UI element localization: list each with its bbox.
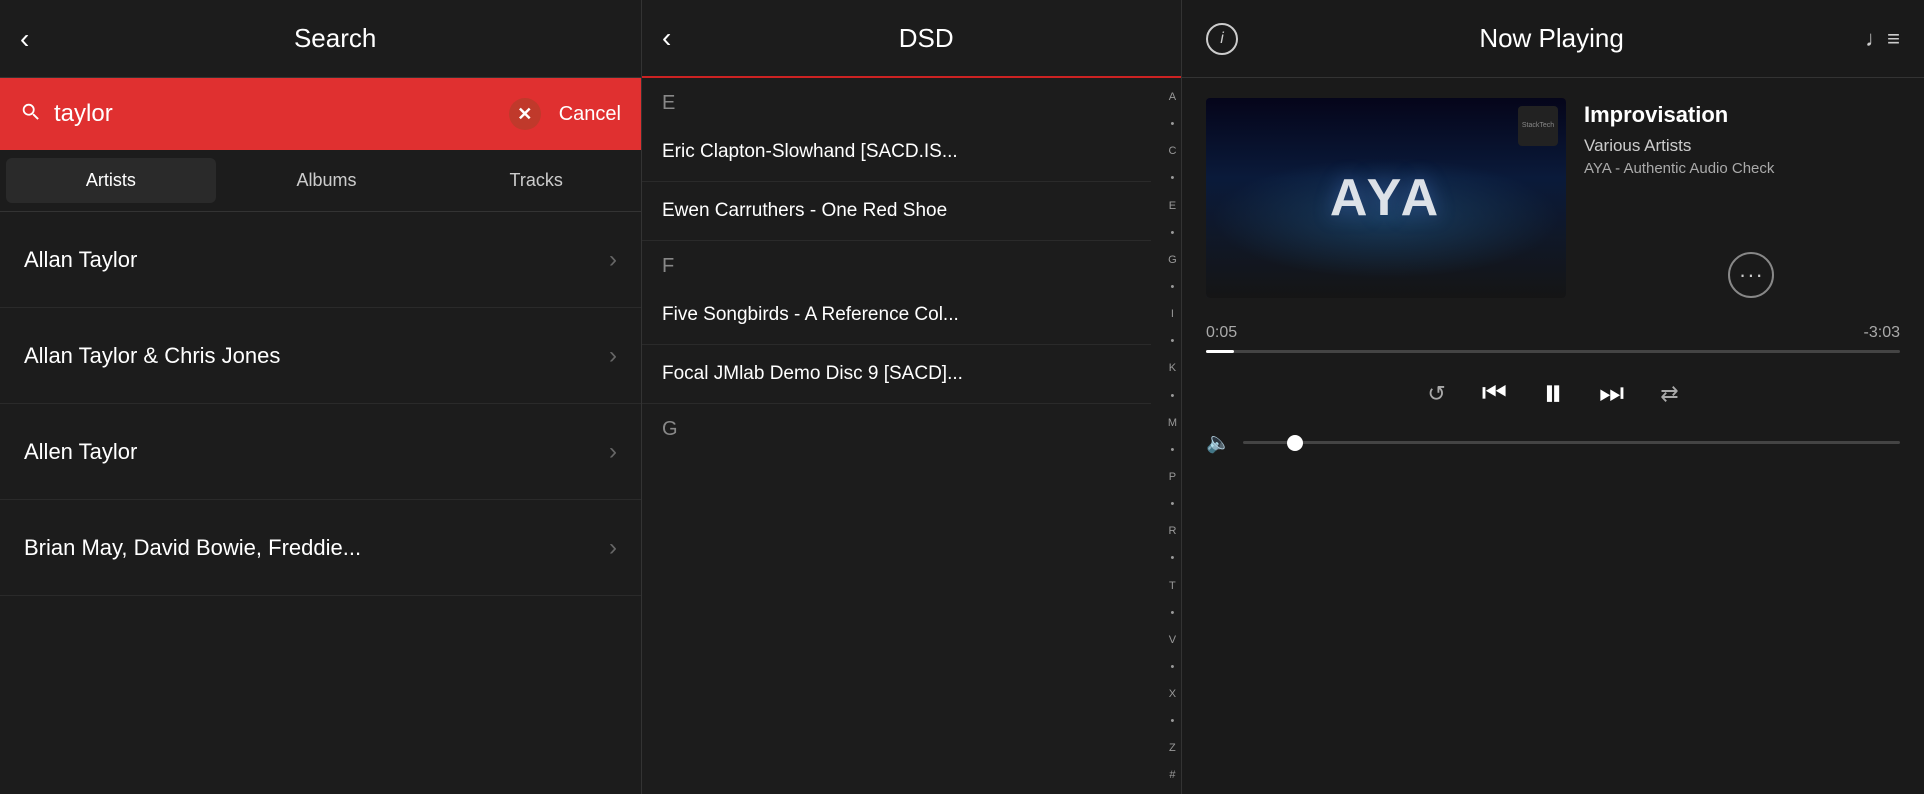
progress-section: 0:05 -3:03: [1206, 324, 1900, 353]
chevron-right-icon: ›: [609, 246, 617, 274]
progress-times: 0:05 -3:03: [1206, 324, 1900, 342]
alpha-dot: •: [1170, 715, 1174, 728]
search-panel: ‹ Search ✕ Cancel Artists Albums Tracks …: [0, 0, 642, 794]
artist-name: Allan Taylor: [24, 247, 137, 273]
dsd-title: DSD: [691, 23, 1161, 54]
alpha-dot: •: [1170, 281, 1174, 294]
dsd-panel: ‹ DSD E Eric Clapton-Slowhand [SACD.IS..…: [642, 0, 1182, 794]
prev-button[interactable]: ⏮: [1482, 377, 1507, 410]
search-header: ‹ Search: [0, 0, 641, 78]
aya-text: AYA: [1330, 168, 1442, 228]
dsd-list: E Eric Clapton-Slowhand [SACD.IS... Ewen…: [642, 78, 1181, 794]
dsd-list-item[interactable]: Eric Clapton-Slowhand [SACD.IS...: [642, 123, 1151, 182]
filter-tab-artists[interactable]: Artists: [6, 158, 216, 203]
alphabet-index: A • C • E • G • I • K • M • P • R • T • …: [1168, 80, 1177, 794]
alpha-dot: •: [1170, 390, 1174, 403]
volume-icon: 🔈: [1206, 430, 1231, 455]
chevron-right-icon: ›: [609, 438, 617, 466]
volume-section: 🔈: [1206, 430, 1900, 455]
alpha-dot: •: [1170, 607, 1174, 620]
alpha-dot: •: [1170, 335, 1174, 348]
alpha-i[interactable]: I: [1171, 308, 1174, 321]
dsd-list-item[interactable]: Ewen Carruthers - One Red Shoe: [642, 182, 1151, 241]
alpha-dot: •: [1170, 498, 1174, 511]
dsd-section-g: G: [642, 404, 1151, 449]
dsd-list-item[interactable]: Focal JMlab Demo Disc 9 [SACD]...: [642, 345, 1151, 404]
search-input[interactable]: [54, 100, 509, 128]
time-remaining: -3:03: [1864, 324, 1900, 342]
back-button-dsd[interactable]: ‹: [662, 22, 671, 54]
artist-name: Brian May, David Bowie, Freddie...: [24, 535, 361, 561]
alpha-dot: •: [1170, 552, 1174, 565]
artist-item[interactable]: Allan Taylor & Chris Jones ›: [0, 308, 641, 404]
pause-button[interactable]: ⏸: [1543, 371, 1563, 416]
search-title: Search: [49, 23, 621, 54]
progress-fill: [1206, 350, 1234, 353]
volume-bar[interactable]: [1243, 441, 1900, 444]
artist-list: Allan Taylor › Allan Taylor & Chris Jone…: [0, 212, 641, 794]
next-button[interactable]: ⏭: [1599, 377, 1624, 410]
chevron-right-icon: ›: [609, 534, 617, 562]
artist-item[interactable]: Allen Taylor ›: [0, 404, 641, 500]
search-bar: ✕ Cancel: [0, 78, 641, 150]
alpha-x[interactable]: X: [1169, 688, 1176, 701]
queue-icon[interactable]: ♩≡: [1865, 26, 1900, 52]
search-icon: [20, 101, 42, 128]
album-art: AYA StackTech: [1206, 98, 1566, 298]
track-album: AYA - Authentic Audio Check: [1584, 160, 1774, 177]
dsd-header: ‹ DSD: [642, 0, 1181, 78]
filter-tab-tracks[interactable]: Tracks: [431, 150, 641, 211]
artist-name: Allen Taylor: [24, 439, 137, 465]
track-info: AYA StackTech Improvisation Various Arti…: [1206, 98, 1900, 298]
alpha-v[interactable]: V: [1169, 634, 1176, 647]
cancel-button[interactable]: Cancel: [559, 103, 621, 126]
clear-button[interactable]: ✕: [509, 98, 541, 130]
alpha-r[interactable]: R: [1168, 525, 1176, 538]
alpha-m[interactable]: M: [1168, 417, 1177, 430]
search-svg-icon: [20, 101, 42, 123]
now-playing-panel: i Now Playing ♩≡ AYA StackTech Improvisa…: [1182, 0, 1924, 794]
now-playing-header: i Now Playing ♩≡: [1182, 0, 1924, 78]
artist-item[interactable]: Brian May, David Bowie, Freddie... ›: [0, 500, 641, 596]
artist-item[interactable]: Allan Taylor ›: [0, 212, 641, 308]
dsd-section-f: F: [642, 241, 1151, 286]
alpha-p[interactable]: P: [1169, 471, 1176, 484]
chevron-right-icon: ›: [609, 342, 617, 370]
alpha-k[interactable]: K: [1169, 362, 1176, 375]
alpha-dot: •: [1170, 444, 1174, 457]
alpha-a[interactable]: A: [1169, 91, 1176, 104]
playback-controls: ↺ ⏮ ⏸ ⏭ ⇄: [1206, 371, 1900, 416]
volume-knob[interactable]: [1287, 435, 1303, 451]
track-name: Improvisation: [1584, 102, 1774, 128]
alpha-z[interactable]: Z: [1169, 742, 1176, 755]
album-logo: StackTech: [1518, 106, 1558, 146]
dsd-list-item[interactable]: Five Songbirds - A Reference Col...: [642, 286, 1151, 345]
now-playing-content: AYA StackTech Improvisation Various Arti…: [1182, 78, 1924, 794]
track-meta: Improvisation Various Artists AYA - Auth…: [1584, 98, 1774, 298]
filter-tabs: Artists Albums Tracks: [0, 150, 641, 212]
info-icon[interactable]: i: [1206, 23, 1238, 55]
artist-name: Allan Taylor & Chris Jones: [24, 343, 280, 369]
now-playing-title: Now Playing: [1238, 23, 1865, 54]
alpha-e[interactable]: E: [1169, 200, 1176, 213]
alpha-dot: •: [1170, 172, 1174, 185]
alpha-dot: •: [1170, 227, 1174, 240]
dsd-section-e: E: [642, 78, 1151, 123]
alpha-dot: •: [1170, 118, 1174, 131]
alpha-g[interactable]: G: [1168, 254, 1177, 267]
repeat-button[interactable]: ↺: [1427, 381, 1445, 407]
alpha-hash[interactable]: #: [1169, 769, 1175, 782]
time-elapsed: 0:05: [1206, 324, 1237, 342]
alpha-dot: •: [1170, 661, 1174, 674]
track-artist: Various Artists: [1584, 136, 1774, 156]
alpha-c[interactable]: C: [1168, 145, 1176, 158]
progress-bar[interactable]: [1206, 350, 1900, 353]
shuffle-button[interactable]: ⇄: [1660, 381, 1678, 407]
more-options-button[interactable]: ···: [1728, 252, 1774, 298]
filter-tab-albums[interactable]: Albums: [222, 150, 432, 211]
back-button-search[interactable]: ‹: [20, 25, 29, 53]
alpha-t[interactable]: T: [1169, 580, 1176, 593]
